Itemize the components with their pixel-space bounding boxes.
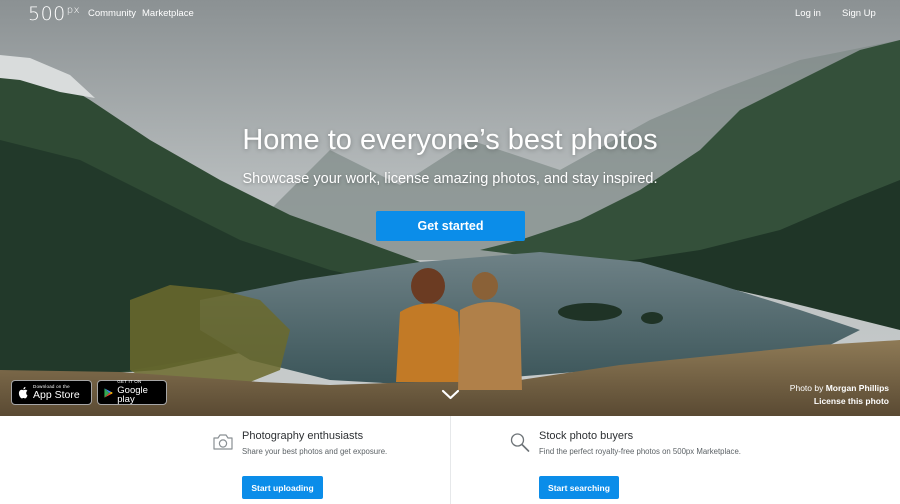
hero-subhead: Showcase your work, license amazing phot…: [242, 171, 658, 187]
nav-marketplace-link[interactable]: Marketplace: [142, 8, 194, 19]
logo-text: 500: [28, 3, 66, 25]
features-section: Photography enthusiasts Share your best …: [0, 416, 900, 504]
google-play-big-text: Google play: [117, 384, 148, 406]
google-play-text: GET IT ON Google play: [117, 380, 160, 405]
photographer-link[interactable]: Morgan Phillips: [826, 383, 889, 393]
feature-photography-enthusiasts: Photography enthusiasts Share your best …: [212, 416, 442, 504]
feature-description: Find the perfect royalty-free photos on …: [539, 447, 741, 456]
app-store-text: Download on the App Store: [33, 384, 80, 401]
logo[interactable]: 500px: [28, 3, 80, 25]
license-photo-link[interactable]: License this photo: [790, 395, 889, 408]
start-searching-button[interactable]: Start searching: [539, 476, 619, 499]
nav-login-link[interactable]: Log in: [795, 8, 821, 19]
google-play-icon: [104, 387, 113, 398]
feature-title: Photography enthusiasts: [242, 430, 364, 442]
search-icon: [510, 433, 530, 452]
hero-background-photo: [0, 0, 900, 416]
chevron-down-icon[interactable]: [441, 389, 460, 401]
feature-stock-photo-buyers: Stock photo buyers Find the perfect roya…: [509, 416, 749, 504]
camera-icon: [213, 434, 233, 450]
get-started-button[interactable]: Get started: [376, 211, 525, 241]
feature-title: Stock photo buyers: [539, 430, 634, 442]
features-divider: [450, 416, 451, 504]
hero: 500px Community Marketplace Log in Sign …: [0, 0, 900, 416]
app-store-badge[interactable]: Download on the App Store: [11, 380, 92, 405]
hero-headline: Home to everyone’s best photos: [242, 124, 658, 156]
feature-description: Share your best photos and get exposure.: [242, 447, 388, 456]
start-uploading-button[interactable]: Start uploading: [242, 476, 323, 499]
nav-signup-link[interactable]: Sign Up: [842, 8, 876, 19]
app-store-big-text: App Store: [33, 389, 80, 401]
google-play-badge[interactable]: GET IT ON Google play: [97, 380, 167, 405]
apple-icon: [18, 386, 28, 399]
nav-community-link[interactable]: Community: [88, 8, 136, 19]
logo-suffix: px: [66, 5, 81, 16]
top-navigation: 500px Community Marketplace Log in Sign …: [0, 0, 900, 28]
photo-credit-prefix: Photo by: [789, 383, 826, 393]
photo-credit: Photo by Morgan Phillips License this ph…: [790, 382, 889, 408]
